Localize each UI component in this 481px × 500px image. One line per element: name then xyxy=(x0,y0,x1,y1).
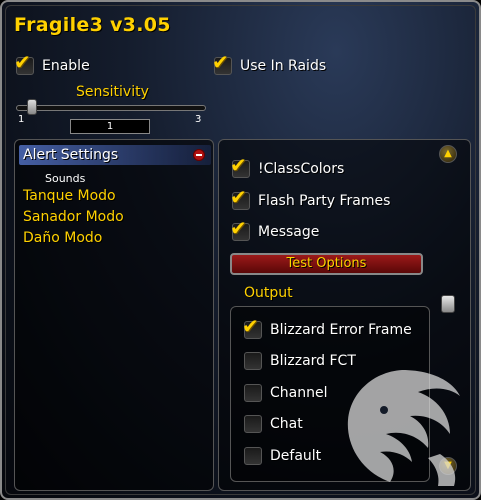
check-icon: ✔ xyxy=(230,153,247,177)
arrow-up-icon[interactable]: ▲ xyxy=(439,145,457,163)
output-checkbox-box[interactable]: ✔ xyxy=(242,316,262,339)
flash-party-frames-label: Flash Party Frames xyxy=(258,193,391,209)
tree-item-dano-modo[interactable]: Daño Modo xyxy=(23,230,102,246)
flash-party-frames-checkbox-box[interactable]: ✔ xyxy=(230,187,250,210)
enable-checkbox-box[interactable]: ✔ xyxy=(14,52,34,75)
sensitivity-slider-thumb[interactable] xyxy=(27,99,37,115)
output-checkbox-box[interactable] xyxy=(244,447,262,465)
output-checkbox-box[interactable] xyxy=(244,415,262,433)
use-in-raids-checkbox[interactable]: ✔ Use In Raids xyxy=(212,52,327,75)
output-section-label: Output xyxy=(244,285,293,301)
tree-item-label: Alert Settings xyxy=(23,147,119,163)
output-default-checkbox[interactable]: Default xyxy=(244,447,321,465)
test-options-button[interactable]: Test Options xyxy=(230,253,423,275)
message-checkbox-box[interactable]: ✔ xyxy=(230,218,250,241)
use-in-raids-checkbox-box[interactable]: ✔ xyxy=(212,52,232,75)
output-chat-checkbox[interactable]: Chat xyxy=(244,415,303,433)
output-channel-checkbox[interactable]: Channel xyxy=(244,384,327,402)
sensitivity-label: Sensitivity xyxy=(76,84,149,100)
sensitivity-max: 3 xyxy=(195,114,202,125)
message-checkbox[interactable]: ✔ Message xyxy=(230,218,320,241)
tree-item-sounds[interactable]: Sounds xyxy=(45,172,85,185)
classcolors-checkbox[interactable]: ✔ !ClassColors xyxy=(230,155,345,178)
options-tree: Alert Settings Sounds Tanque Modo Sanado… xyxy=(14,139,214,491)
check-icon: ✔ xyxy=(230,185,247,209)
sensitivity-min: 1 xyxy=(18,114,25,125)
minus-circle-icon[interactable] xyxy=(193,149,205,161)
tree-item-alert-settings[interactable]: Alert Settings xyxy=(19,145,211,165)
check-icon: ✔ xyxy=(242,314,259,338)
tree-item-sanador-modo[interactable]: Sanador Modo xyxy=(23,209,124,225)
addon-options-window: Fragile3 v3.05 ✔ Enable ✔ Use In Raids S… xyxy=(0,0,481,500)
output-checkbox-box[interactable] xyxy=(244,352,262,370)
output-label: Default xyxy=(270,448,322,464)
check-icon: ✔ xyxy=(212,50,229,74)
tree-item-tanque-modo[interactable]: Tanque Modo xyxy=(23,188,116,204)
window-title: Fragile3 v3.05 xyxy=(14,14,171,36)
sensitivity-value-input[interactable]: 1 xyxy=(70,119,150,134)
check-icon: ✔ xyxy=(14,50,31,74)
classcolors-label: !ClassColors xyxy=(258,161,345,177)
enable-label: Enable xyxy=(42,58,90,74)
scrollbar-thumb[interactable] xyxy=(441,295,455,313)
check-icon: ✔ xyxy=(230,216,247,240)
output-blizzard-error-frame-checkbox[interactable]: ✔ Blizzard Error Frame xyxy=(242,316,412,339)
output-label: Blizzard Error Frame xyxy=(270,322,412,338)
enable-checkbox[interactable]: ✔ Enable xyxy=(14,52,90,75)
output-label: Chat xyxy=(270,416,303,432)
flash-party-frames-checkbox[interactable]: ✔ Flash Party Frames xyxy=(230,187,391,210)
message-label: Message xyxy=(258,224,320,240)
classcolors-checkbox-box[interactable]: ✔ xyxy=(230,155,250,178)
sensitivity-slider[interactable] xyxy=(16,105,206,111)
lion-head-icon xyxy=(347,370,460,486)
output-checkbox-box[interactable] xyxy=(244,384,262,402)
use-in-raids-label: Use In Raids xyxy=(240,58,327,74)
output-label: Channel xyxy=(270,385,328,401)
